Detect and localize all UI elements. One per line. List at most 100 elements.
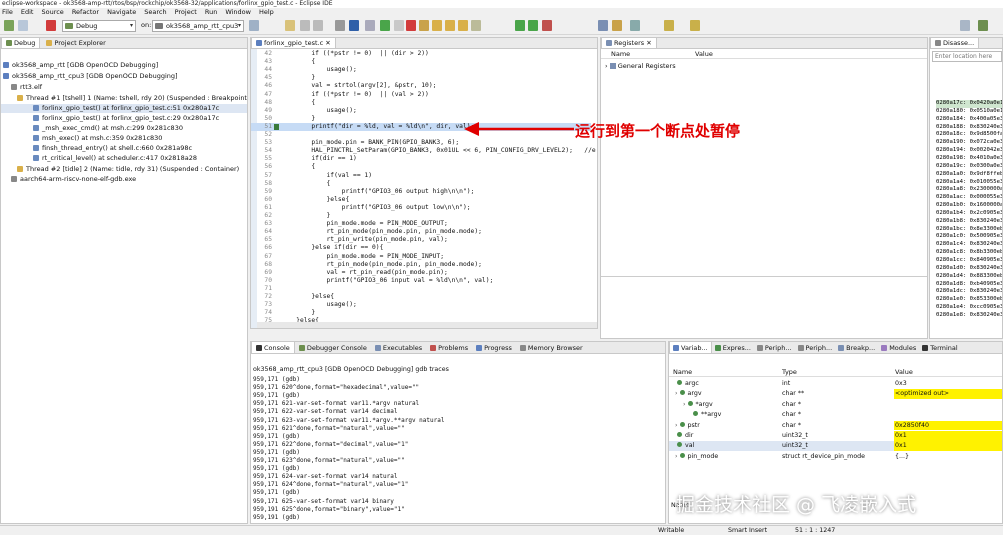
tab-editor-file[interactable]: forlinx_gpio_test.c ✕ (251, 38, 336, 48)
variable-row[interactable]: › pstr char * 0x2850f40 (669, 420, 1002, 431)
debug-perspective-icon[interactable] (978, 20, 988, 31)
disassembly-line[interactable]: 0280a184: 0x400a05e3 (936, 116, 1002, 124)
disassembly-line[interactable]: 0280a1b0: 0x1600000a (936, 202, 1002, 210)
variable-row[interactable]: val uint32_t 0x1 (669, 441, 1002, 451)
menu-item-navigate[interactable]: Navigate (107, 8, 136, 17)
disassembly-line[interactable]: 0280a1cc: 0x840905e3 (936, 257, 1002, 265)
tab-modules[interactable]: Modules (878, 342, 919, 353)
menu-item-run[interactable]: Run (205, 8, 217, 17)
disassembly-line[interactable]: 0280a188: 0x830240e3 (936, 124, 1002, 132)
menu-item-search[interactable]: Search (144, 8, 166, 17)
forward-icon[interactable] (690, 20, 700, 31)
variable-row[interactable]: › *argv char * (669, 400, 1002, 410)
expand-icon[interactable]: › (675, 453, 680, 460)
save-icon[interactable] (300, 20, 310, 31)
disassembly-line[interactable]: 0280a1a8: 0x2300000a (936, 186, 1002, 194)
disassembly-line[interactable]: 0280a19c: 0x0300a0e3 (936, 163, 1002, 171)
menu-item-refactor[interactable]: Refactor (72, 8, 99, 17)
terminate-icon[interactable] (46, 20, 56, 31)
launch-item[interactable]: ok3568_amp_rtt_cpu3 [GDB OpenOCD Debuggi… (1, 72, 247, 81)
launch-item[interactable]: ok3568_amp_rtt [GDB OpenOCD Debugging] (1, 61, 247, 70)
disassembly-line[interactable]: 0280a1b8: 0x830240e3 (936, 218, 1002, 226)
variable-row[interactable]: dir uint32_t 0x1 (669, 431, 1002, 441)
tab-terminal[interactable]: Terminal (919, 342, 960, 353)
disassembly-line[interactable]: 0280a194: 0x002042e3 (936, 147, 1002, 155)
disassembly-line[interactable]: 0280a1b4: 0x2c0905e3 (936, 210, 1002, 218)
perspective-icon[interactable] (960, 20, 970, 31)
disassembly-line[interactable]: 0280a1bc: 0x8e3300eb (936, 226, 1002, 234)
stack-frame-item[interactable]: finsh_thread_entry() at shell.c:660 0x28… (1, 144, 247, 153)
tab-memory-browser[interactable]: Memory Browser (516, 342, 587, 353)
location-input[interactable] (932, 51, 1002, 62)
disassembly-line[interactable]: 0280a1ac: 0x000055e3 (936, 194, 1002, 202)
close-icon[interactable]: ✕ (646, 39, 651, 47)
step-return-icon[interactable] (458, 20, 468, 31)
tab-variables[interactable]: Variab... (669, 342, 712, 353)
terminate-debug-icon[interactable] (406, 20, 416, 31)
disassembly-line[interactable]: 0280a180: 0x0510a0e1 (936, 108, 1002, 116)
stop-icon[interactable] (18, 20, 28, 31)
horizontal-scrollbar[interactable] (257, 322, 597, 328)
tab-debug[interactable]: Debug (1, 38, 41, 48)
stack-frame-item[interactable]: _msh_exec_cmd() at msh.c:299 0x281c830 (1, 124, 247, 133)
tab-progress[interactable]: Progress (472, 342, 516, 353)
new-icon[interactable] (285, 20, 295, 31)
tab-disassembly[interactable]: Disasse... (930, 38, 980, 48)
gdb-process-item[interactable]: aarch64-arm-riscv-none-elf-gdb.exe (1, 175, 247, 184)
disassembly-line[interactable]: 0280a1d8: 0xb40905e3 (936, 281, 1002, 289)
run-icon[interactable] (515, 20, 525, 31)
instruction-step-icon[interactable] (471, 20, 481, 31)
disassembly-line[interactable]: 0280a1e8: 0x830240e3 (936, 312, 1002, 320)
settings-icon[interactable] (249, 20, 259, 31)
skip-breakpoints-icon[interactable] (365, 20, 375, 31)
disassembly-line[interactable]: 0280a1c0: 0x500905e3 (936, 233, 1002, 241)
tab-peripherals-2[interactable]: Periph... (795, 342, 836, 353)
step-into-icon[interactable] (432, 20, 442, 31)
build-icon[interactable] (335, 20, 345, 31)
back-icon[interactable] (664, 20, 674, 31)
menu-item-edit[interactable]: Edit (21, 8, 34, 17)
variable-row[interactable]: › pin_mode struct rt_device_pin_mode {...} (669, 452, 1002, 462)
suspend-icon[interactable] (394, 20, 404, 31)
tab-breakpoints[interactable]: Breakp... (835, 342, 878, 353)
expand-icon[interactable]: › (675, 390, 680, 397)
tab-registers[interactable]: Registers ✕ (601, 38, 657, 48)
elf-item[interactable]: rtt3.elf (1, 83, 247, 92)
tab-expressions[interactable]: Expres... (712, 342, 754, 353)
step-over-icon[interactable] (445, 20, 455, 31)
disassembly-line[interactable]: 0280a1e4: 0xcc0905e3 (936, 304, 1002, 312)
variable-row[interactable]: **argv char * (669, 410, 1002, 420)
disassembly-line[interactable]: 0280a1a4: 0x010055e3 (936, 179, 1002, 187)
register-group-row[interactable]: › General Registers (605, 62, 676, 70)
external-tools-icon[interactable] (542, 20, 552, 31)
expand-icon[interactable]: › (675, 422, 680, 429)
close-icon[interactable]: ✕ (325, 39, 330, 47)
expand-icon[interactable]: › (683, 401, 688, 408)
save-all-icon[interactable] (313, 20, 323, 31)
disassembly-line[interactable]: 0280a1d0: 0x830240e3 (936, 265, 1002, 273)
search-icon[interactable] (598, 20, 608, 31)
launch-mode-combo[interactable]: Debug ▾ (62, 20, 136, 32)
tab-peripherals[interactable]: Periph... (754, 342, 795, 353)
tab-debugger-console[interactable]: Debugger Console (295, 342, 371, 353)
disassembly-line[interactable]: 0280a1a0: 0x9df8ffeb (936, 171, 1002, 179)
menu-item-help[interactable]: Help (259, 8, 274, 17)
disassembly-line[interactable]: 0280a1d4: 0x883300eb (936, 273, 1002, 281)
disassembly-line[interactable]: 0280a1c8: 0x8b3300eb (936, 249, 1002, 257)
disassembly-line[interactable]: 0280a198: 0x4010a0e3 (936, 155, 1002, 163)
stack-frame-item[interactable]: msh_exec() at msh.c:359 0x281c830 (1, 134, 247, 143)
disassembly-line[interactable]: 0280a18c: 0x9d8500fa (936, 131, 1002, 139)
tab-problems[interactable]: Problems (426, 342, 472, 353)
menu-item-source[interactable]: Source (41, 8, 63, 17)
menu-item-window[interactable]: Window (225, 8, 251, 17)
pen-icon[interactable] (612, 20, 622, 31)
launch-target-combo[interactable]: ok3568_amp_rtt_cpu3 ▾ (152, 20, 244, 32)
tab-project-explorer[interactable]: Project Explorer (42, 38, 109, 48)
disassembly-line[interactable]: 0280a1c4: 0x830240e3 (936, 241, 1002, 249)
stack-frame-item[interactable]: forlinx_gpio_test() at forlinx_gpio_test… (1, 114, 247, 123)
disassembly-line[interactable]: 0280a190: 0x072ca0e3 (936, 139, 1002, 147)
disassembly-line[interactable]: 0280a17c: 0x0420a0e1 (936, 100, 1002, 108)
thread-item[interactable]: Thread #1 [tshell] 1 (Name: tshell, rdy … (1, 94, 247, 103)
variable-row[interactable]: argc int 0x3 (669, 379, 1002, 389)
disconnect-icon[interactable] (419, 20, 429, 31)
